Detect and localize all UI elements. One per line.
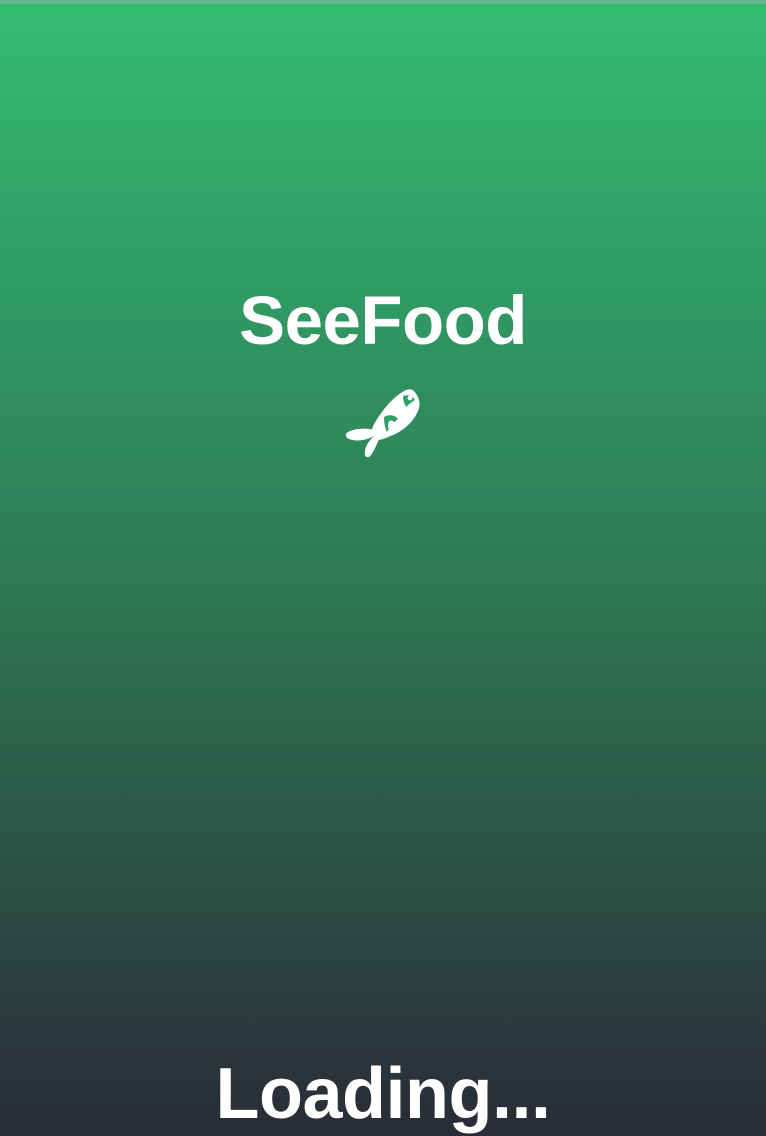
- fish-icon: [343, 386, 423, 460]
- loading-text: Loading...: [215, 1054, 551, 1134]
- app-title: SeeFood: [239, 282, 527, 359]
- splash-screen: SeeFood Loading...: [0, 0, 766, 1136]
- gradient-background: [0, 4, 766, 1136]
